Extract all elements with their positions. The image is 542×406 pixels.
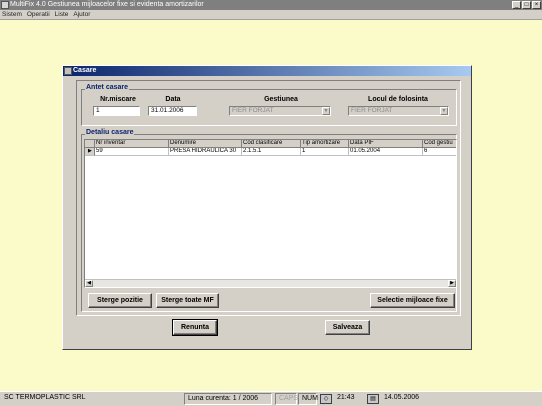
- dialog-icon: [64, 67, 72, 75]
- gestiunea-label: Gestiunea: [264, 96, 298, 103]
- chevron-down-icon[interactable]: ▼: [322, 107, 330, 115]
- cell-cod-clasificare[interactable]: 2.1.5.1: [242, 148, 301, 156]
- row-indicator-icon: [85, 148, 95, 156]
- col-nr-inventar[interactable]: Nr inventar: [95, 140, 169, 148]
- date: 14.05.2006: [384, 394, 420, 401]
- detail-grid[interactable]: Nr inventar Denumire Cod clasificare Tip…: [84, 139, 457, 288]
- gestiunea-combo[interactable]: FIER FORJAT ▼: [229, 106, 331, 116]
- locul-combo[interactable]: FIER FORJAT ▼: [348, 106, 449, 116]
- calendar-icon: ▤: [367, 394, 379, 404]
- caps-indicator: CAPS: [275, 393, 298, 405]
- nr-miscare-label: Nr.miscare: [100, 96, 136, 103]
- renunta-button[interactable]: Renunta: [172, 319, 218, 336]
- menu-ajutor[interactable]: Ajutor: [73, 10, 90, 19]
- horizontal-scrollbar[interactable]: ◀ ▶: [85, 279, 456, 287]
- dialog-title-bar[interactable]: Casare: [63, 66, 471, 76]
- window-controls: _ □ ×: [512, 1, 541, 9]
- menu-operatii[interactable]: Operatii: [27, 10, 50, 19]
- salveaza-button[interactable]: Salveaza: [325, 320, 370, 335]
- scroll-right-icon[interactable]: ▶: [448, 280, 456, 287]
- col-cod-clasificare[interactable]: Cod clasificare: [242, 140, 301, 148]
- menu-sistem[interactable]: Sistem: [2, 10, 22, 19]
- locul-label: Locul de folosinta: [368, 96, 428, 103]
- cell-nr-inventar[interactable]: 59: [95, 148, 169, 156]
- cell-cod-gestiune[interactable]: 6: [423, 148, 456, 156]
- main-title-bar: MultiFix 4.0 Gestiunea mijloacelor fixe …: [0, 0, 542, 10]
- time: 21:43: [337, 394, 355, 401]
- header-group-label: Antet casare: [85, 84, 130, 91]
- chevron-down-icon[interactable]: ▼: [440, 107, 448, 115]
- cell-denumire[interactable]: PRESA HIDRAULICA 30: [169, 148, 242, 156]
- app-title: MultiFix 4.0 Gestiunea mijloacelor fixe …: [10, 1, 204, 8]
- detail-group-label: Detaliu casare: [85, 129, 135, 136]
- company-name: SC TERMOPLASTIC SRL: [4, 394, 86, 401]
- luna-curenta: Luna curenta: 1 / 2006: [184, 393, 272, 405]
- gestiunea-value: FIER FORJAT: [232, 107, 274, 114]
- grid-header: Nr inventar Denumire Cod clasificare Tip…: [85, 140, 456, 148]
- col-tip-amortizare[interactable]: Tip amortizare: [301, 140, 349, 148]
- scroll-left-icon[interactable]: ◀: [85, 280, 93, 287]
- num-indicator: NUM: [298, 393, 318, 405]
- maximize-button[interactable]: □: [522, 1, 531, 9]
- menu-bar: Sistem Operatii Liste Ajutor: [0, 10, 542, 20]
- data-label: Data: [165, 96, 181, 103]
- table-row[interactable]: 59 PRESA HIDRAULICA 30 2.1.5.1 1 01.05.2…: [85, 148, 456, 156]
- data-input[interactable]: 31.01.2006: [148, 106, 197, 116]
- cell-tip-amortizare[interactable]: 1: [301, 148, 349, 156]
- col-denumire[interactable]: Denumire: [169, 140, 242, 148]
- locul-value: FIER FORJAT: [351, 107, 393, 114]
- cell-data-pif[interactable]: 01.05.2004: [349, 148, 423, 156]
- close-button[interactable]: ×: [532, 1, 541, 9]
- clock-icon: ◇: [320, 394, 332, 404]
- nr-miscare-input[interactable]: 1: [93, 106, 140, 116]
- app-icon: [1, 1, 9, 9]
- sterge-toate-button[interactable]: Sterge toate MF: [156, 293, 219, 308]
- sterge-pozitie-button[interactable]: Sterge pozitie: [88, 293, 152, 308]
- grid-corner: [85, 140, 95, 148]
- dialog-title: Casare: [73, 67, 97, 74]
- col-data-pif[interactable]: Data PIF: [349, 140, 423, 148]
- selectie-mijloace-button[interactable]: Selectie mijloace fixe: [370, 293, 455, 308]
- status-bar: SC TERMOPLASTIC SRL Luna curenta: 1 / 20…: [0, 391, 542, 406]
- menu-liste[interactable]: Liste: [55, 10, 69, 19]
- minimize-button[interactable]: _: [512, 1, 521, 9]
- casare-dialog: Casare Antet casare Nr.miscare 1 Data 31…: [62, 65, 472, 350]
- col-cod-gestiune[interactable]: Cod gestiu: [423, 140, 456, 148]
